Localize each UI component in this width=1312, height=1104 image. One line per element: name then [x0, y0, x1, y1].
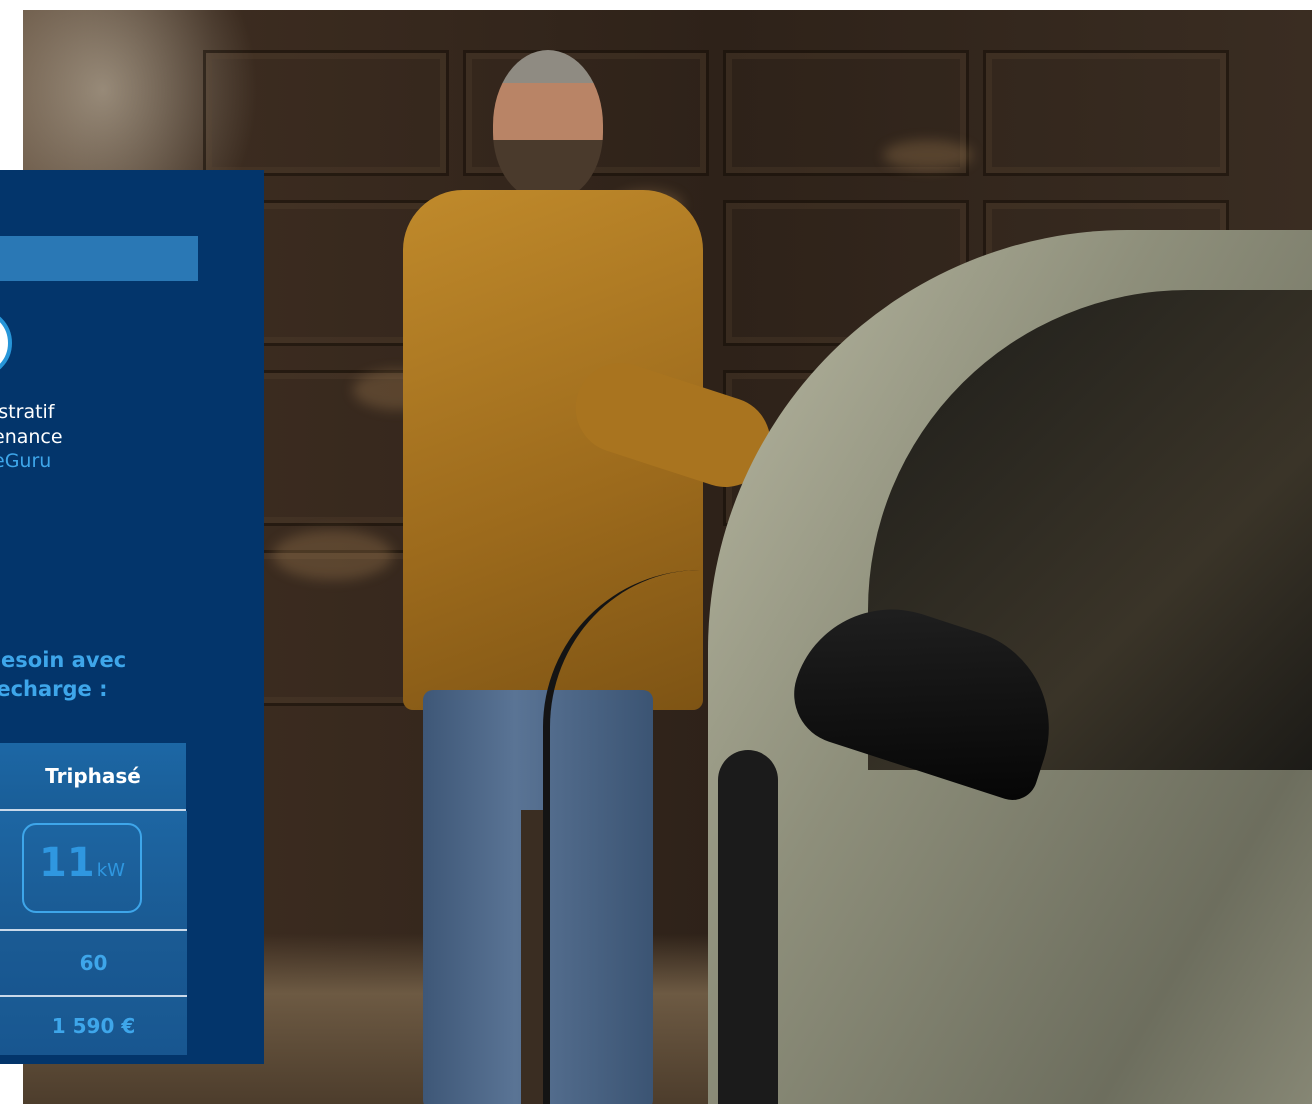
power-unit: kW: [96, 860, 125, 881]
power-value: 11: [39, 840, 95, 886]
charging-table: Triphasé 11 kW 60 1 590 €: [0, 743, 187, 1055]
table-cell: 60: [0, 931, 187, 997]
offer-panel: istratif enance eGuru besoin avec rechar…: [0, 170, 264, 1064]
eguru-link[interactable]: eGuru: [0, 449, 260, 474]
step-indicator-icon: [0, 308, 12, 378]
power-option[interactable]: 11 kW: [22, 823, 142, 913]
price-cell: 1 590 €: [0, 997, 187, 1055]
column-header-triphase[interactable]: Triphasé: [0, 743, 186, 811]
feature-list: istratif enance eGuru: [0, 400, 260, 474]
feature-item: istratif: [0, 401, 55, 423]
need-heading: besoin avec recharge :: [0, 648, 127, 701]
feature-item: enance: [0, 425, 63, 448]
power-cell: 11 kW: [0, 811, 187, 931]
car-figure: [708, 230, 1312, 1104]
panel-title-bar: [0, 236, 198, 281]
